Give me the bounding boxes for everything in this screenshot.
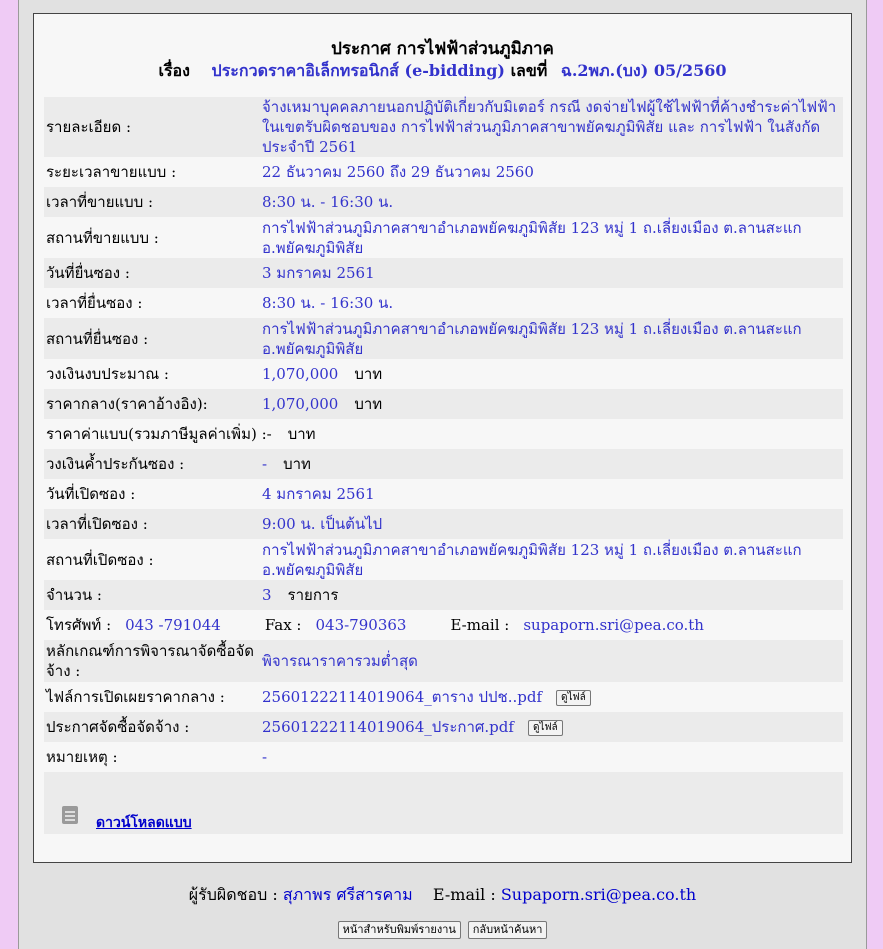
submit-date-value: 3 มกราคม 2561	[262, 264, 375, 282]
open-time-row: เวลาที่เปิดซอง : 9:00 น. เป็นต้นไป	[44, 509, 843, 539]
budget-label: วงเงินงบประมาณ :	[46, 365, 169, 383]
email-label: E-mail :	[450, 616, 510, 634]
open-date-label: วันที่เปิดซอง :	[46, 485, 136, 503]
budget-unit: บาท	[354, 365, 383, 383]
detail-row: รายละเอียด : จ้างเหมาบุคคลภายนอกปฏิบัติเ…	[44, 97, 843, 157]
guarantee-row: วงเงินค้ำประกันซอง : - บาท	[44, 449, 843, 479]
criteria-label: หลักเกณฑ์การพิจารณาจัดซื้อจัดจ้าง :	[46, 642, 255, 680]
print-report-button[interactable]: หน้าสำหรับพิมพ์รายงาน	[337, 921, 461, 939]
view-announce-file-button[interactable]: ดูไฟล์	[527, 720, 563, 736]
footer-email-label: E-mail :	[432, 885, 496, 904]
submit-time-label: เวลาที่ยื่นซอง :	[46, 294, 143, 312]
page-container: ประกาศ การไฟฟ้าส่วนภูมิภาค เรื่อง ประกวด…	[18, 0, 867, 949]
criteria-value: พิจารณาราคารวมต่ำสุด	[262, 652, 418, 670]
note-label: หมายเหตุ :	[46, 748, 118, 766]
doc-price-label: ราคาค่าแบบ(รวมภาษีมูลค่าเพิ่ม) :	[46, 425, 267, 443]
submit-date-label: วันที่ยื่นซอง :	[46, 264, 130, 282]
fax-value: 043-790363	[315, 616, 407, 634]
phone-label: โทรศัพท์ :	[46, 616, 112, 634]
view-median-file-button[interactable]: ดูไฟล์	[556, 690, 591, 706]
submit-place-label: สถานที่ยื่นซอง :	[46, 329, 149, 348]
open-time-label: เวลาที่เปิดซอง :	[46, 515, 148, 533]
spacer-row	[44, 772, 843, 800]
median-file-name: 25601222114019064_ตาราง ปปช..pdf	[262, 688, 542, 706]
note-row: หมายเหตุ : -	[44, 742, 843, 772]
median-file-label: ไฟล์การเปิดเผยราคากลาง :	[46, 688, 225, 706]
fax-label: Fax :	[264, 616, 302, 634]
quantity-unit: รายการ	[287, 586, 339, 604]
announce-file-label: ประกาศจัดซื้อจัดจ้าง :	[46, 718, 190, 736]
median-price-label: ราคากลาง(ราคาอ้างอิง):	[46, 395, 208, 413]
subject-value: ประกวดราคาอิเล็กทรอนิกส์ (e-bidding)	[211, 61, 505, 80]
download-link[interactable]: ดาวน์โหลดแบบ	[96, 812, 192, 834]
median-price-row: ราคากลาง(ราคาอ้างอิง): 1,070,000 บาท	[44, 389, 843, 419]
email-value: supaporn.sri@pea.co.th	[523, 616, 704, 634]
quantity-label: จำนวน :	[46, 586, 102, 604]
doc-price-row: ราคาค่าแบบ(รวมภาษีมูลค่าเพิ่ม) : - บาท	[44, 419, 843, 449]
submit-place-row: สถานที่ยื่นซอง : การไฟฟ้าส่วนภูมิภาคสาขา…	[44, 318, 843, 359]
sale-place-row: สถานที่ขายแบบ : การไฟฟ้าส่วนภูมิภาคสาขาอ…	[44, 217, 843, 258]
back-to-search-button[interactable]: กลับหน้าค้นหา	[467, 921, 548, 939]
document-icon	[62, 806, 78, 824]
footer-email-value: Supaporn.sri@pea.co.th	[500, 885, 697, 904]
guarantee-unit: บาท	[283, 455, 311, 473]
submit-time-value: 8:30 น. - 16:30 น.	[262, 294, 394, 312]
sale-time-value: 8:30 น. - 16:30 น.	[262, 193, 394, 211]
number-label: เลขที่	[510, 61, 548, 80]
responsible-label: ผู้รับผิดชอบ :	[188, 885, 278, 904]
sale-period-value: 22 ธันวาคม 2560 ถึง 29 ธันวาคม 2560	[262, 163, 534, 181]
announce-file-name: 25601222114019064_ประกาศ.pdf	[262, 718, 514, 736]
median-price-unit: บาท	[354, 395, 383, 413]
download-row: ดาวน์โหลดแบบ	[44, 800, 843, 834]
sale-period-label: ระยะเวลาขายแบบ :	[46, 163, 177, 181]
responsible-info: ผู้รับผิดชอบ : สุภาพร ศรีสารคาม E-mail :…	[19, 883, 866, 908]
budget-row: วงเงินงบประมาณ : 1,070,000 บาท	[44, 359, 843, 389]
sale-place-value: การไฟฟ้าส่วนภูมิภาคสาขาอำเภอพยัคฆภูมิพิส…	[262, 218, 802, 257]
open-date-value: 4 มกราคม 2561	[262, 485, 375, 503]
submit-date-row: วันที่ยื่นซอง : 3 มกราคม 2561	[44, 258, 843, 288]
median-file-row: ไฟล์การเปิดเผยราคากลาง : 256012221140190…	[44, 682, 843, 712]
criteria-row: หลักเกณฑ์การพิจารณาจัดซื้อจัดจ้าง : พิจา…	[44, 640, 843, 682]
doc-price-value: -	[266, 425, 272, 443]
announcement-panel: ประกาศ การไฟฟ้าส่วนภูมิภาค เรื่อง ประกวด…	[33, 13, 852, 863]
open-place-row: สถานที่เปิดซอง : การไฟฟ้าส่วนภูมิภาคสาขา…	[44, 539, 843, 580]
note-value: -	[262, 748, 268, 766]
sale-time-row: เวลาที่ขายแบบ : 8:30 น. - 16:30 น.	[44, 187, 843, 217]
submit-time-row: เวลาที่ยื่นซอง : 8:30 น. - 16:30 น.	[44, 288, 843, 318]
page-title: ประกาศ การไฟฟ้าส่วนภูมิภาค	[331, 39, 554, 59]
sale-place-label: สถานที่ขายแบบ :	[46, 228, 159, 247]
announce-file-row: ประกาศจัดซื้อจัดจ้าง : 25601222114019064…	[44, 712, 843, 742]
detail-label: รายละเอียด :	[46, 118, 132, 136]
open-date-row: วันที่เปิดซอง : 4 มกราคม 2561	[44, 479, 843, 509]
sale-time-label: เวลาที่ขายแบบ :	[46, 193, 154, 211]
median-price-value: 1,070,000	[262, 395, 339, 413]
guarantee-value: -	[262, 455, 268, 473]
contact-row: โทรศัพท์ : 043 -791044 Fax : 043-790363 …	[44, 610, 843, 640]
subject-label: เรื่อง	[158, 61, 190, 80]
sale-period-row: ระยะเวลาขายแบบ : 22 ธันวาคม 2560 ถึง 29 …	[44, 157, 843, 187]
contact-info: โทรศัพท์ : 043 -791044 Fax : 043-790363 …	[44, 615, 843, 635]
detail-value: จ้างเหมาบุคคลภายนอกปฏิบัติเกี่ยวกับมิเตอ…	[262, 98, 837, 156]
quantity-value: 3	[262, 586, 272, 604]
budget-value: 1,070,000	[262, 365, 339, 383]
open-time-value: 9:00 น. เป็นต้นไป	[262, 515, 383, 533]
footer-buttons: หน้าสำหรับพิมพ์รายงาน กลับหน้าค้นหา	[19, 919, 866, 939]
guarantee-label: วงเงินค้ำประกันซอง :	[46, 455, 185, 473]
phone-value: 043 -791044	[125, 616, 221, 634]
announcement-subject: เรื่อง ประกวดราคาอิเล็กทรอนิกส์ (e-biddi…	[34, 59, 851, 84]
responsible-name: สุภาพร ศรีสารคาม	[282, 885, 413, 904]
doc-price-unit: บาท	[287, 425, 316, 443]
quantity-row: จำนวน : 3 รายการ	[44, 580, 843, 610]
submit-place-value: การไฟฟ้าส่วนภูมิภาคสาขาอำเภอพยัคฆภูมิพิส…	[262, 319, 802, 358]
number-value: ฉ.2พภ.(บง) 05/2560	[560, 61, 727, 80]
open-place-label: สถานที่เปิดซอง :	[46, 550, 154, 569]
details-table: รายละเอียด : จ้างเหมาบุคคลภายนอกปฏิบัติเ…	[44, 97, 843, 800]
open-place-value: การไฟฟ้าส่วนภูมิภาคสาขาอำเภอพยัคฆภูมิพิส…	[262, 540, 802, 579]
